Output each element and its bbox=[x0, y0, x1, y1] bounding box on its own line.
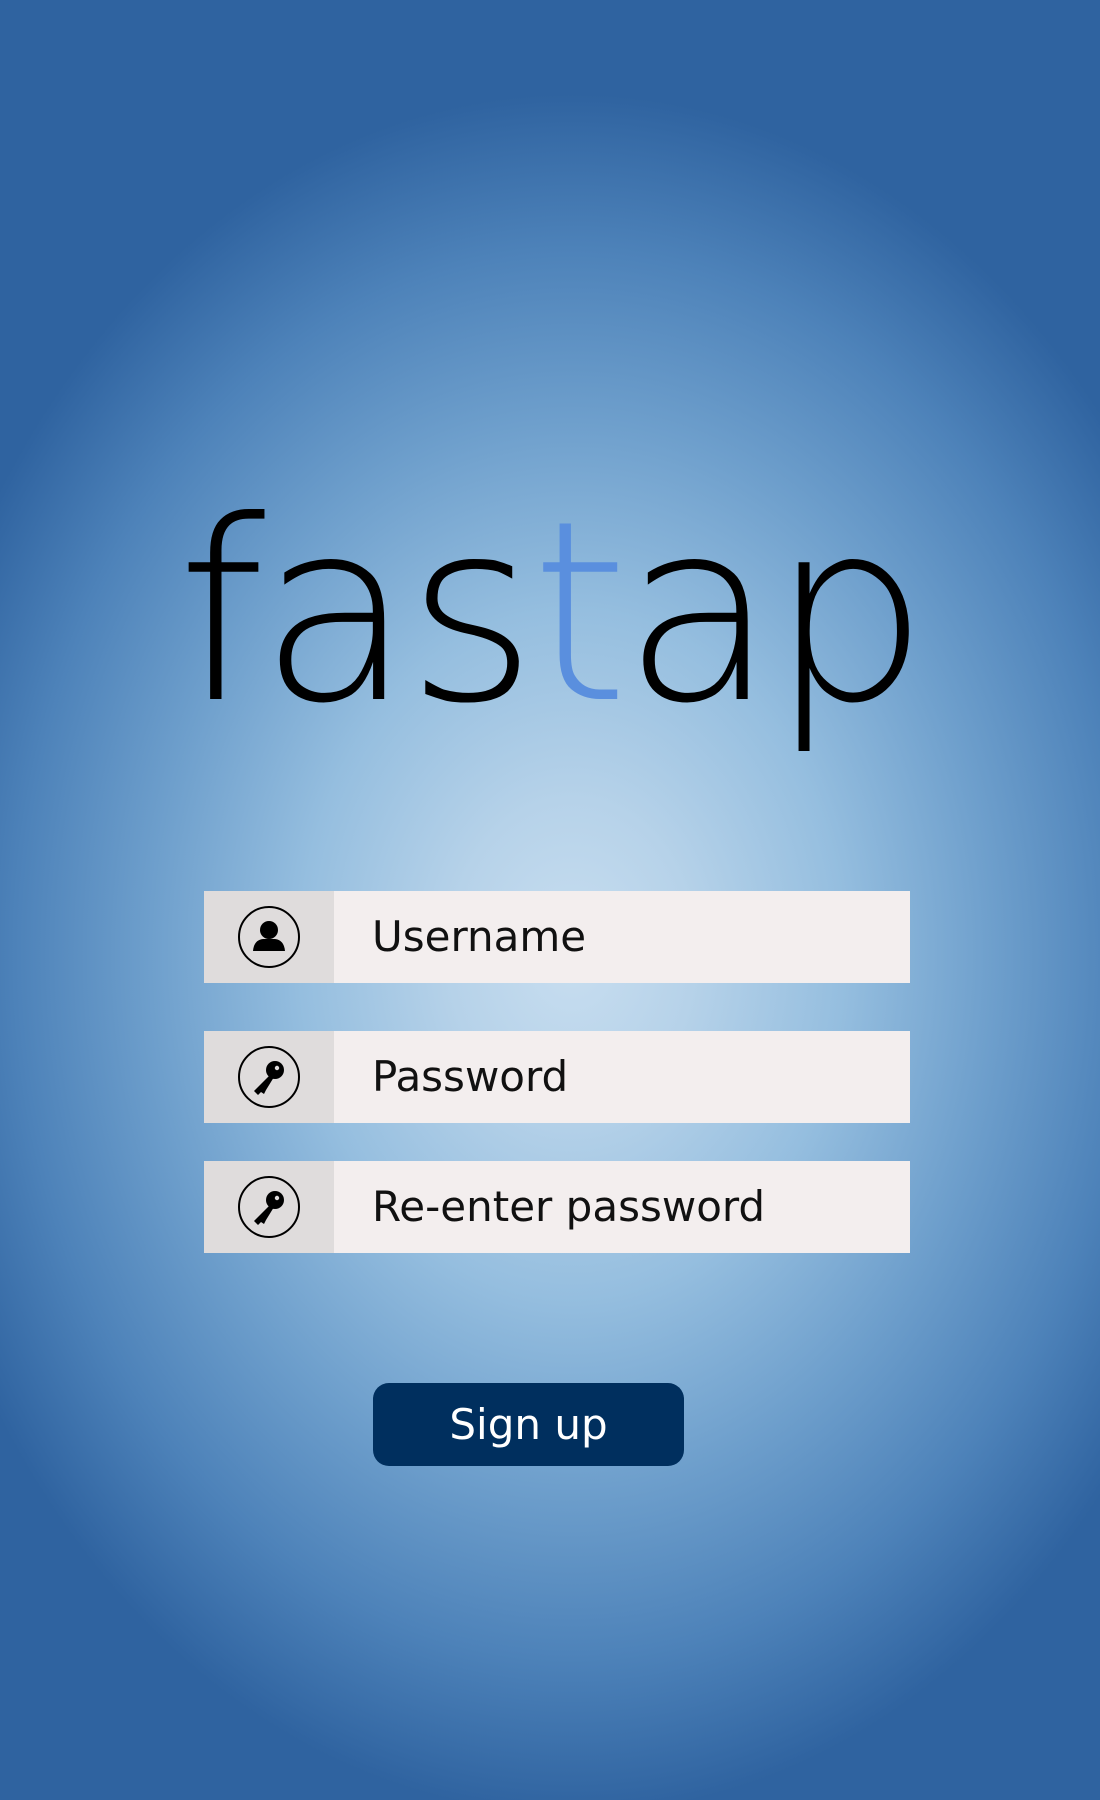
key-icon bbox=[238, 1046, 300, 1108]
password-field[interactable]: Password bbox=[204, 1031, 910, 1123]
logo-text-end: ap bbox=[622, 467, 929, 758]
logo-text-start: fas bbox=[177, 467, 536, 758]
password-input[interactable]: Password bbox=[334, 1031, 910, 1123]
user-icon bbox=[238, 906, 300, 968]
app-logo: fastap bbox=[0, 488, 1100, 738]
password-icon-cell bbox=[204, 1031, 334, 1123]
username-input[interactable]: Username bbox=[334, 891, 910, 983]
logo-text-accent: t bbox=[530, 467, 629, 758]
confirm-password-field[interactable]: Re-enter password bbox=[204, 1161, 910, 1253]
sign-up-button[interactable]: Sign up bbox=[373, 1383, 684, 1466]
username-field[interactable]: Username bbox=[204, 891, 910, 983]
confirm-password-input[interactable]: Re-enter password bbox=[334, 1161, 910, 1253]
username-icon-cell bbox=[204, 891, 334, 983]
key-icon bbox=[238, 1176, 300, 1238]
confirm-password-icon-cell bbox=[204, 1161, 334, 1253]
